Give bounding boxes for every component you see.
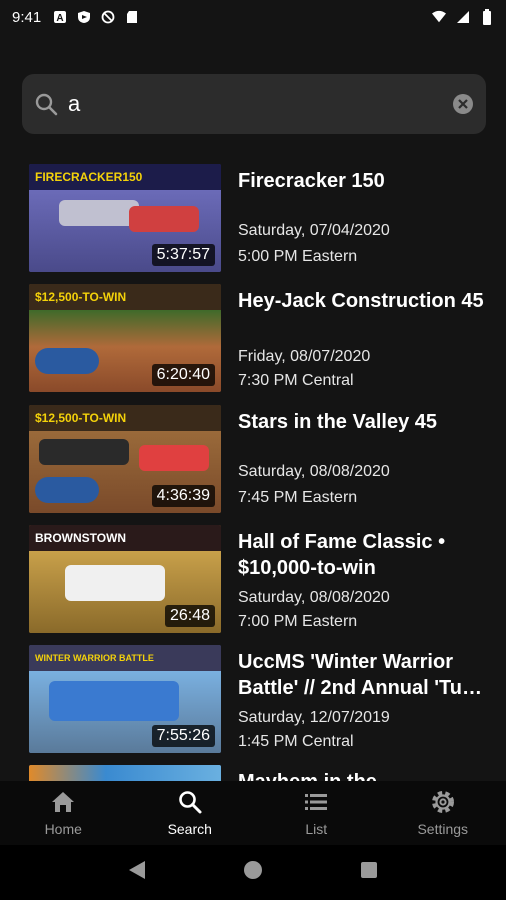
status-time: 9:41 bbox=[12, 8, 42, 26]
list-item[interactable]: FIRECRACKER150 5:37:57 Firecracker 150 S… bbox=[0, 160, 506, 272]
thumbnail[interactable]: WINTER WARRIOR BATTLE 7:55:26 bbox=[29, 645, 221, 753]
back-icon[interactable] bbox=[127, 859, 147, 886]
result-title[interactable]: Mayhem in the bbox=[238, 769, 488, 781]
duration-badge: 4:36:39 bbox=[151, 485, 215, 507]
nav-search-label: Search bbox=[167, 821, 212, 837]
home-circle-icon[interactable] bbox=[242, 859, 264, 886]
result-date: Friday, 08/07/2020 bbox=[238, 348, 371, 365]
no-sync-icon bbox=[101, 10, 115, 24]
duration-badge: 6:20:40 bbox=[151, 364, 215, 386]
thumbnail-banner: WINTER WARRIOR BATTLE bbox=[29, 645, 221, 671]
search-input[interactable] bbox=[68, 91, 452, 117]
result-title[interactable]: Hall of Fame Classic • $10,000-to-win bbox=[238, 529, 488, 581]
home-icon bbox=[50, 789, 76, 815]
result-time: 7:45 PM Eastern bbox=[238, 489, 358, 506]
list-item[interactable]: BROWNSTOWN 26:48 Hall of Fame Classic • … bbox=[0, 521, 506, 633]
svg-text:A: A bbox=[57, 13, 64, 24]
result-title[interactable]: Firecracker 150 bbox=[238, 168, 488, 194]
thumbnail-banner: $12,500-TO-WIN bbox=[29, 284, 221, 310]
list-item[interactable]: WINTER WARRIOR BATTLE 7:55:26 UccMS 'Win… bbox=[0, 641, 506, 753]
thumbnail-banner: FIRECRACKER150 bbox=[29, 164, 221, 190]
signal-icon bbox=[456, 10, 470, 24]
status-bar: 9:41 A bbox=[0, 0, 506, 34]
result-time: 5:00 PM Eastern bbox=[238, 248, 358, 265]
nav-settings[interactable]: Settings bbox=[380, 781, 506, 845]
system-nav bbox=[0, 845, 506, 900]
result-date: Saturday, 08/08/2020 bbox=[238, 463, 390, 480]
sd-card-icon bbox=[125, 10, 139, 24]
wifi-icon bbox=[432, 10, 446, 24]
result-date: Saturday, 07/04/2020 bbox=[238, 222, 390, 239]
result-date: Saturday, 12/07/2019 bbox=[238, 709, 390, 726]
shield-icon bbox=[77, 10, 91, 24]
list-item[interactable]: Mayhem in the bbox=[0, 761, 506, 781]
thumbnail[interactable]: FIRECRACKER150 5:37:57 bbox=[29, 164, 221, 272]
battery-icon bbox=[480, 9, 494, 25]
recents-icon[interactable] bbox=[359, 860, 379, 885]
result-time: 1:45 PM Central bbox=[238, 733, 354, 750]
result-title[interactable]: UccMS 'Winter Warrior Battle' // 2nd Ann… bbox=[238, 649, 488, 701]
result-title[interactable]: Stars in the Valley 45 bbox=[238, 409, 488, 435]
thumbnail[interactable]: $12,500-TO-WIN 4:36:39 bbox=[29, 405, 221, 513]
clear-icon[interactable] bbox=[452, 93, 474, 115]
results-list[interactable]: FIRECRACKER150 5:37:57 Firecracker 150 S… bbox=[0, 160, 506, 781]
gear-icon bbox=[430, 789, 456, 815]
duration-badge: 26:48 bbox=[164, 605, 215, 627]
nav-home[interactable]: Home bbox=[0, 781, 127, 845]
thumbnail[interactable]: $12,500-TO-WIN 6:20:40 bbox=[29, 284, 221, 392]
thumbnail[interactable] bbox=[29, 765, 221, 781]
result-date: Saturday, 08/08/2020 bbox=[238, 589, 390, 606]
nav-list-label: List bbox=[305, 821, 328, 837]
thumbnail[interactable]: BROWNSTOWN 26:48 bbox=[29, 525, 221, 633]
search-icon bbox=[177, 789, 203, 815]
thumbnail-banner: $12,500-TO-WIN bbox=[29, 405, 221, 431]
result-title[interactable]: Hey-Jack Construction 45 bbox=[238, 288, 488, 314]
list-icon bbox=[303, 789, 329, 815]
search-icon bbox=[34, 92, 58, 116]
a-icon: A bbox=[53, 10, 67, 24]
nav-home-label: Home bbox=[44, 821, 82, 837]
list-item[interactable]: $12,500-TO-WIN 6:20:40 Hey-Jack Construc… bbox=[0, 280, 506, 392]
nav-settings-label: Settings bbox=[417, 821, 469, 837]
nav-list[interactable]: List bbox=[253, 781, 380, 845]
duration-badge: 5:37:57 bbox=[151, 244, 215, 266]
search-box[interactable] bbox=[22, 74, 486, 134]
result-time: 7:00 PM Eastern bbox=[238, 613, 358, 630]
list-item[interactable]: $12,500-TO-WIN 4:36:39 Stars in the Vall… bbox=[0, 401, 506, 513]
nav-search[interactable]: Search bbox=[127, 781, 254, 845]
bottom-nav: Home Search List Settings bbox=[0, 781, 506, 845]
thumbnail-banner: BROWNSTOWN bbox=[29, 525, 221, 551]
result-time: 7:30 PM Central bbox=[238, 372, 354, 389]
duration-badge: 7:55:26 bbox=[151, 725, 215, 747]
